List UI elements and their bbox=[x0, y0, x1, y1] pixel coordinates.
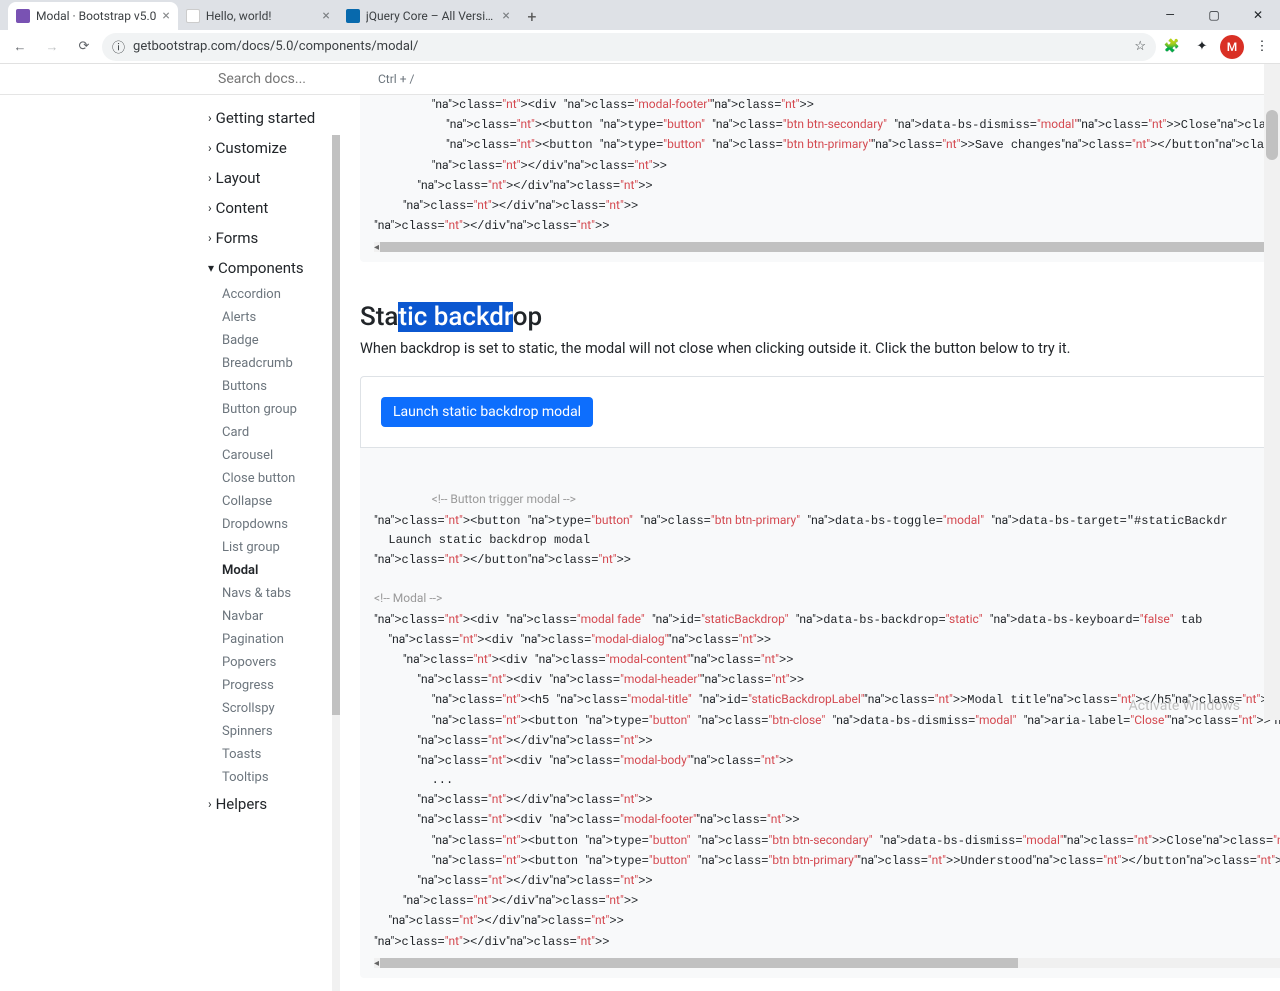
horizontal-scrollbar[interactable]: ◂▸ bbox=[374, 958, 1280, 968]
extensions-menu-icon[interactable]: ✦ bbox=[1190, 35, 1214, 59]
launch-modal-button[interactable]: Launch static backdrop modal bbox=[381, 397, 593, 427]
sidebar-section-helpers[interactable]: › Helpers bbox=[200, 789, 332, 819]
sidebar-item-modal[interactable]: Modal bbox=[200, 559, 332, 582]
sidebar-item-spinners[interactable]: Spinners bbox=[200, 720, 332, 743]
activate-windows-watermark: Activate Windows bbox=[1129, 698, 1240, 714]
tab[interactable]: Hello, world! × bbox=[178, 2, 338, 30]
main-content: "na">class="nt"><div "na">class="modal-f… bbox=[332, 95, 1280, 991]
chevron-right-icon: › bbox=[208, 797, 212, 811]
sidebar-section-getting-started[interactable]: › Getting started bbox=[200, 103, 332, 133]
close-icon[interactable]: × bbox=[502, 8, 509, 24]
favicon-bootstrap bbox=[16, 9, 30, 23]
sidebar-item-list-group[interactable]: List group bbox=[200, 536, 332, 559]
sidebar-item-collapse[interactable]: Collapse bbox=[200, 490, 332, 513]
minimize-button[interactable]: — bbox=[1148, 0, 1192, 30]
sidebar-section-content[interactable]: › Content bbox=[200, 193, 332, 223]
sidebar-item-badge[interactable]: Badge bbox=[200, 329, 332, 352]
search-shortcut: Ctrl + / bbox=[378, 72, 414, 86]
site-info-icon[interactable]: ⓘ bbox=[112, 37, 125, 56]
page-scrollbar[interactable] bbox=[1264, 64, 1280, 720]
close-window-button[interactable]: ✕ bbox=[1236, 0, 1280, 30]
sidebar-item-buttons[interactable]: Buttons bbox=[200, 375, 332, 398]
search-input[interactable] bbox=[212, 65, 372, 93]
sidebar-section-layout[interactable]: › Layout bbox=[200, 163, 332, 193]
sidebar-item-carousel[interactable]: Carousel bbox=[200, 444, 332, 467]
address-bar[interactable]: ⓘ getbootstrap.com/docs/5.0/components/m… bbox=[102, 33, 1156, 61]
sidebar-item-close-button[interactable]: Close button bbox=[200, 467, 332, 490]
sidebar-item-button-group[interactable]: Button group bbox=[200, 398, 332, 421]
sidebar-section-components[interactable]: ▾ Components bbox=[200, 253, 332, 283]
kebab-menu-icon[interactable]: ⋮ bbox=[1250, 35, 1274, 59]
sidebar-nav[interactable]: › Getting started› Customize› Layout› Co… bbox=[0, 95, 332, 991]
sidebar-item-navs-tabs[interactable]: Navs & tabs bbox=[200, 582, 332, 605]
profile-avatar[interactable]: M bbox=[1220, 35, 1244, 59]
chevron-right-icon: › bbox=[208, 201, 212, 215]
chevron-down-icon: ▾ bbox=[208, 261, 214, 275]
browser-toolbar: ← → ⟳ ⓘ getbootstrap.com/docs/5.0/compon… bbox=[0, 30, 1280, 64]
bookmark-icon[interactable]: ☆ bbox=[1134, 39, 1146, 54]
sidebar-item-progress[interactable]: Progress bbox=[200, 674, 332, 697]
tab[interactable]: jQuery Core – All Versions | jQ × bbox=[338, 2, 518, 30]
sidebar-scrollbar[interactable] bbox=[332, 135, 340, 991]
maximize-button[interactable]: ▢ bbox=[1192, 0, 1236, 30]
sidebar-section-customize[interactable]: › Customize bbox=[200, 133, 332, 163]
back-button[interactable]: ← bbox=[6, 33, 34, 61]
chevron-right-icon: › bbox=[208, 171, 212, 185]
favicon-jquery bbox=[346, 9, 360, 23]
sidebar-section-forms[interactable]: › Forms bbox=[200, 223, 332, 253]
favicon bbox=[186, 9, 200, 23]
sidebar-item-breadcrumb[interactable]: Breadcrumb bbox=[200, 352, 332, 375]
sidebar-item-scrollspy[interactable]: Scrollspy bbox=[200, 697, 332, 720]
sidebar-item-tooltips[interactable]: Tooltips bbox=[200, 766, 332, 789]
example-box: Launch static backdrop modal bbox=[360, 376, 1280, 448]
reload-button[interactable]: ⟳ bbox=[70, 33, 98, 61]
sidebar-item-toasts[interactable]: Toasts bbox=[200, 743, 332, 766]
chevron-right-icon: › bbox=[208, 141, 212, 155]
close-icon[interactable]: × bbox=[322, 8, 329, 24]
forward-button[interactable]: → bbox=[38, 33, 66, 61]
tab-active[interactable]: Modal · Bootstrap v5.0 × bbox=[8, 2, 178, 30]
horizontal-scrollbar[interactable]: ◂▸ bbox=[374, 242, 1280, 252]
sidebar-item-dropdowns[interactable]: Dropdowns bbox=[200, 513, 332, 536]
sidebar-item-accordion[interactable]: Accordion bbox=[200, 283, 332, 306]
chevron-right-icon: › bbox=[208, 111, 212, 125]
sidebar-item-pagination[interactable]: Pagination bbox=[200, 628, 332, 651]
section-heading-static-backdrop[interactable]: Static backdrop bbox=[360, 302, 1280, 332]
sidebar-item-popovers[interactable]: Popovers bbox=[200, 651, 332, 674]
chevron-right-icon: › bbox=[208, 231, 212, 245]
browser-titlebar: Modal · Bootstrap v5.0 × Hello, world! ×… bbox=[0, 0, 1280, 30]
section-description: When backdrop is set to static, the moda… bbox=[360, 338, 1280, 360]
sidebar-item-alerts[interactable]: Alerts bbox=[200, 306, 332, 329]
sidebar-item-card[interactable]: Card bbox=[200, 421, 332, 444]
docs-header: Ctrl + / Bootstrap v5.0 ▾ bbox=[0, 64, 1280, 95]
code-block-prev[interactable]: "na">class="nt"><div "na">class="modal-f… bbox=[360, 95, 1280, 262]
sidebar-item-navbar[interactable]: Navbar bbox=[200, 605, 332, 628]
new-tab-button[interactable]: + bbox=[518, 2, 546, 30]
close-icon[interactable]: × bbox=[162, 8, 169, 24]
extension-icon[interactable]: 🧩 bbox=[1160, 35, 1184, 59]
